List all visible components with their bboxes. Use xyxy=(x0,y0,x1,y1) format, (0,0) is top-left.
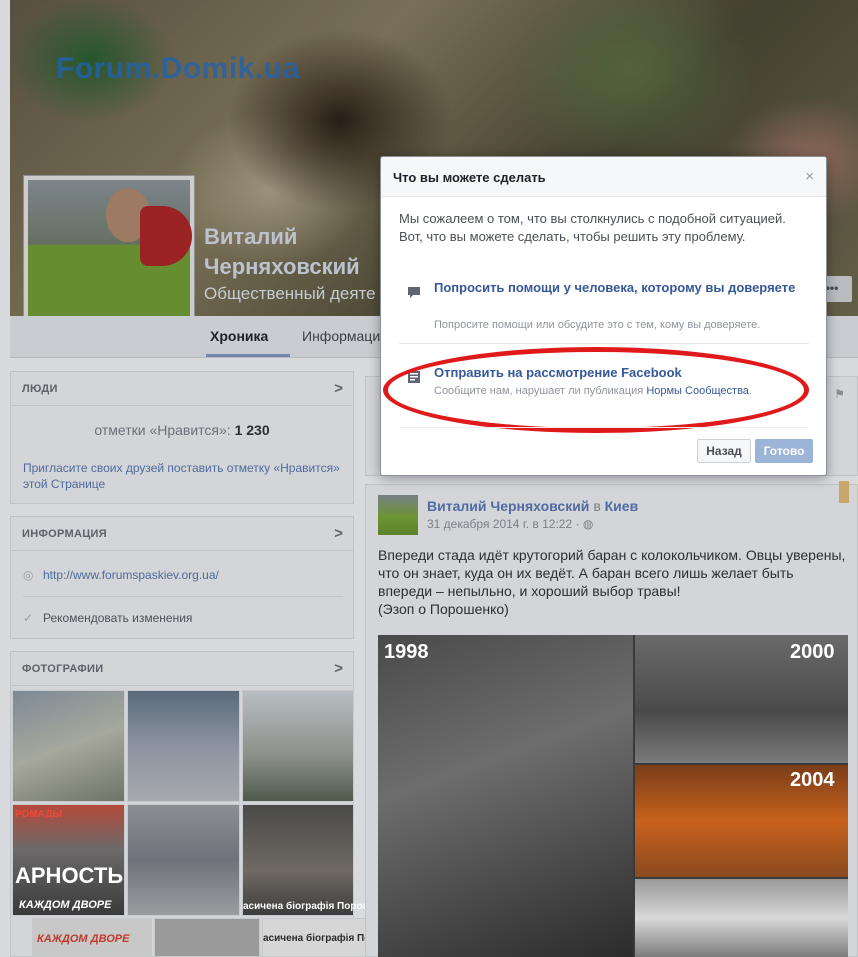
people-card: ЛЮДИ > отметки «Нравится»: 1 230 Приглас… xyxy=(10,371,354,504)
photo-thumbnail[interactable]: асичена біографія Порошен xyxy=(262,918,403,957)
bookmark-icon[interactable] xyxy=(839,481,849,503)
info-card-header[interactable]: ИНФОРМАЦИЯ > xyxy=(11,517,353,551)
photo-collage-left xyxy=(378,635,633,957)
megaphone-shape xyxy=(140,206,192,266)
info-title: ИНФОРМАЦИЯ xyxy=(22,528,107,540)
suggest-edits-row[interactable]: ✓ Рекомендовать изменения xyxy=(23,611,192,625)
flag-icon[interactable]: ⚑ xyxy=(834,387,845,401)
back-button[interactable]: Назад xyxy=(697,439,751,463)
photo-grid: РОМАДЫ АРНОСТЬ КАЖДОМ ДВОРЕ асичена біог… xyxy=(12,690,403,957)
post-author-line: Виталий Черняховский в Киев xyxy=(427,498,638,514)
red-highlight-ellipse xyxy=(383,347,809,433)
post-image[interactable]: 1998 2000 2004 xyxy=(378,635,848,957)
watermark-logo: Forum.Domik.ua xyxy=(56,52,300,85)
chevron-right-icon[interactable]: > xyxy=(334,380,343,397)
photo-thumbnail[interactable] xyxy=(127,690,240,802)
tab-about[interactable]: Информация xyxy=(302,328,388,344)
year-label: 2000 xyxy=(790,641,835,663)
page-name-line1[interactable]: Виталий xyxy=(204,224,297,250)
close-icon[interactable]: × xyxy=(805,168,814,185)
option1-description: Попросите помощи или обсудите это с тем,… xyxy=(434,319,761,331)
photo-thumbnail[interactable] xyxy=(242,690,354,802)
dialog-intro-text: Мы сожалеем о том, что вы столкнулись с … xyxy=(399,211,786,244)
photo-caption: асичена біографія Порошен xyxy=(243,901,383,912)
page-name-line2[interactable]: Черняховский xyxy=(204,254,360,280)
post-location-prefix: в xyxy=(593,498,601,514)
people-title: ЛЮДИ xyxy=(22,383,58,395)
option1-title: Попросить помощи у человека, которому вы… xyxy=(434,280,796,295)
photo-caption: АРНОСТЬ xyxy=(15,863,124,888)
likes-count: отметки «Нравится»: 1 230 xyxy=(11,422,353,438)
post-text: Впереди стада идёт крутогорий баран с ко… xyxy=(378,546,848,618)
post-timestamp[interactable]: 31 декабря 2014 г. в 12:22 · ◍ xyxy=(427,517,593,531)
year-label: 1998 xyxy=(384,641,429,663)
likes-label: отметки «Нравится»: xyxy=(94,422,231,438)
active-tab-indicator xyxy=(206,354,290,357)
post-date-text: 31 декабря 2014 г. в 12:22 · xyxy=(427,517,580,531)
globe-icon: ◍ xyxy=(582,517,594,531)
post-author-name[interactable]: Виталий Черняховский xyxy=(427,498,589,514)
post-location[interactable]: Киев xyxy=(605,498,639,514)
photo-thumbnail[interactable] xyxy=(154,918,260,957)
post-text-signature: (Эзоп о Порошенко) xyxy=(378,601,509,617)
year-label: 2004 xyxy=(790,769,835,791)
suggest-edits-label: Рекомендовать изменения xyxy=(43,611,193,625)
photo-caption: КАЖДОМ ДВОРЕ xyxy=(19,899,112,911)
photos-card-header[interactable]: ФОТОГРАФИИ > xyxy=(11,652,353,686)
photo-thumbnail[interactable]: асичена біографія Порошен xyxy=(242,804,383,916)
dialog-title: Что вы можете сделать xyxy=(393,170,546,185)
photos-title: ФОТОГРАФИИ xyxy=(22,663,104,675)
photo-thumbnail[interactable]: КАЖДОМ ДВОРЕ xyxy=(32,918,152,957)
page-category: Общественный деяте xyxy=(204,284,376,303)
speech-bubble-icon xyxy=(408,287,420,298)
photo-thumbnail[interactable] xyxy=(127,804,240,916)
invite-friends-link[interactable]: Пригласите своих друзей поставить отметк… xyxy=(23,460,343,492)
photo-caption: КАЖДОМ ДВОРЕ xyxy=(37,933,130,945)
report-dialog: Что вы можете сделать × Мы сожалеем о то… xyxy=(380,156,827,476)
website-row: ◎ http://www.forumspaskiev.org.ua/ xyxy=(23,568,219,582)
divider xyxy=(399,427,809,428)
post-author-avatar[interactable] xyxy=(378,495,418,535)
photo-thumbnail[interactable] xyxy=(12,690,125,802)
facebook-page: Forum.Domik.ua Виталий Черняховский Обще… xyxy=(0,0,858,957)
info-card: ИНФОРМАЦИЯ > ◎ http://www.forumspaskiev.o… xyxy=(10,516,354,639)
divider xyxy=(23,596,343,597)
post-text-body: Впереди стада идёт крутогорий баран с ко… xyxy=(378,547,846,599)
photo-collage-bottom-right xyxy=(635,879,848,957)
photo-caption: РОМАДЫ xyxy=(15,809,63,820)
chevron-right-icon[interactable]: > xyxy=(334,525,343,542)
dialog-header: Что вы можете сделать × xyxy=(381,157,826,197)
likes-number: 1 230 xyxy=(234,422,270,438)
people-card-header[interactable]: ЛЮДИ > xyxy=(11,372,353,406)
done-button[interactable]: Готово xyxy=(755,439,813,463)
website-link[interactable]: http://www.forumspaskiev.org.ua/ xyxy=(43,568,219,582)
divider xyxy=(399,343,809,344)
checkmark-icon: ✓ xyxy=(23,611,34,625)
globe-icon: ◎ xyxy=(23,568,34,582)
tab-timeline[interactable]: Хроника xyxy=(210,328,268,344)
chevron-right-icon[interactable]: > xyxy=(334,660,343,677)
photo-thumbnail[interactable]: РОМАДЫ АРНОСТЬ КАЖДОМ ДВОРЕ xyxy=(12,804,125,916)
timeline-post: Виталий Черняховский в Киев 31 декабря 2… xyxy=(365,481,858,957)
